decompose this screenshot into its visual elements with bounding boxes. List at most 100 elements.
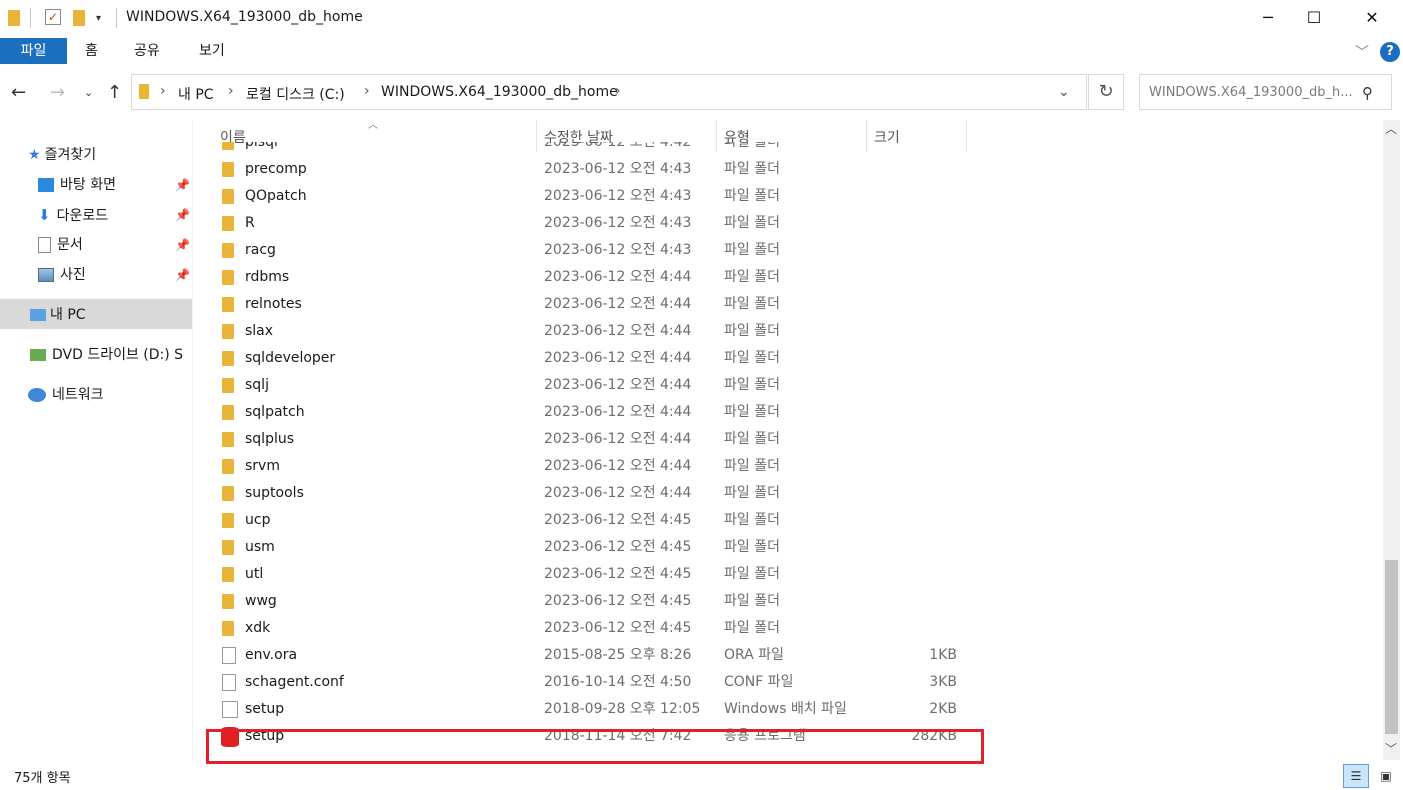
file-row[interactable]: srvm 2023-06-12 오전 4:44 파일 폴더 xyxy=(205,453,1365,480)
pictures-icon xyxy=(38,268,54,282)
file-date: 2023-06-12 오전 4:45 xyxy=(544,512,692,528)
file-name: ucp xyxy=(245,512,271,528)
file-type: 파일 폴더 xyxy=(724,142,780,150)
nav-downloads[interactable]: ⬇ 다운로드 xyxy=(38,202,108,228)
refresh-button[interactable]: ↻ xyxy=(1088,74,1124,110)
details-view-button[interactable]: ☰ xyxy=(1343,764,1369,788)
nav-this-pc[interactable]: 내 PC xyxy=(30,302,86,328)
properties-icon[interactable]: ✓ xyxy=(45,9,61,25)
file-date: 2023-06-12 오전 4:43 xyxy=(544,161,692,177)
folder-icon xyxy=(222,142,234,150)
file-row[interactable]: rdbms 2023-06-12 오전 4:44 파일 폴더 xyxy=(205,264,1365,291)
folder-icon xyxy=(222,324,234,339)
pin-icon[interactable]: 📌 xyxy=(175,268,190,282)
file-row[interactable]: R 2023-06-12 오전 4:43 파일 폴더 xyxy=(205,210,1365,237)
nav-dvd-drive[interactable]: DVD 드라이브 (D:) S xyxy=(30,342,183,368)
file-type: 파일 폴더 xyxy=(724,296,780,312)
nav-pictures[interactable]: 사진 xyxy=(38,262,86,288)
folder-icon xyxy=(222,621,234,636)
file-date: 2023-06-12 오전 4:44 xyxy=(544,404,692,420)
breadcrumb-this-pc[interactable]: 내 PC xyxy=(178,84,214,104)
file-row[interactable]: QOpatch 2023-06-12 오전 4:43 파일 폴더 xyxy=(205,183,1365,210)
file-name: xdk xyxy=(245,620,271,636)
file-type: 파일 폴더 xyxy=(724,161,780,177)
nav-favorites[interactable]: ★ 즐겨찾기 xyxy=(28,142,96,168)
file-type: 파일 폴더 xyxy=(724,404,780,420)
file-row[interactable]: utl 2023-06-12 오전 4:45 파일 폴더 xyxy=(205,561,1365,588)
pane-divider[interactable] xyxy=(192,120,193,760)
nav-desktop[interactable]: 바탕 화면 xyxy=(38,172,116,198)
file-row[interactable]: plsql 2023-06-12 오전 4:42 파일 폴더 xyxy=(205,142,1365,156)
expand-ribbon-icon[interactable]: ﹀ xyxy=(1355,42,1369,62)
large-icons-view-button[interactable]: ▣ xyxy=(1373,764,1399,788)
file-name: utl xyxy=(245,566,264,582)
pin-icon[interactable]: 📌 xyxy=(175,238,190,252)
folder-icon xyxy=(222,216,234,231)
file-row[interactable]: suptools 2023-06-12 오전 4:44 파일 폴더 xyxy=(205,480,1365,507)
file-row[interactable]: xdk 2023-06-12 오전 4:45 파일 폴더 xyxy=(205,615,1365,642)
network-icon xyxy=(28,388,46,402)
nav-downloads-label: 다운로드 xyxy=(56,208,109,224)
breadcrumb-local-disk[interactable]: 로컬 디스크 (C:) xyxy=(246,84,345,104)
file-row[interactable]: sqlpatch 2023-06-12 오전 4:44 파일 폴더 xyxy=(205,399,1365,426)
file-name: R xyxy=(245,215,255,231)
file-row[interactable]: sqlplus 2023-06-12 오전 4:44 파일 폴더 xyxy=(205,426,1365,453)
pin-icon[interactable]: 📌 xyxy=(175,178,190,192)
recent-locations-icon[interactable]: ⌄ xyxy=(84,86,93,99)
chevron-down-icon[interactable]: ⌄ xyxy=(1058,84,1070,100)
new-folder-icon[interactable] xyxy=(73,10,85,26)
file-row[interactable]: precomp 2023-06-12 오전 4:43 파일 폴더 xyxy=(205,156,1365,183)
scroll-up-icon[interactable]: ︿ xyxy=(1385,120,1397,137)
folder-icon xyxy=(222,351,234,366)
file-row[interactable]: wwg 2023-06-12 오전 4:45 파일 폴더 xyxy=(205,588,1365,615)
dvd-drive-icon xyxy=(30,349,46,361)
scrollbar-thumb[interactable] xyxy=(1385,560,1398,734)
computer-icon xyxy=(30,309,46,321)
up-button[interactable]: ↑ xyxy=(107,82,122,103)
folder-icon xyxy=(222,513,234,528)
tab-file[interactable]: 파일 xyxy=(0,38,67,64)
chevron-right-icon[interactable]: › xyxy=(228,83,234,99)
window-title: WINDOWS.X64_193000_db_home xyxy=(126,9,363,25)
file-row[interactable]: racg 2023-06-12 오전 4:43 파일 폴더 xyxy=(205,237,1365,264)
file-type: ORA 파일 xyxy=(724,647,784,663)
file-row[interactable]: relnotes 2023-06-12 오전 4:44 파일 폴더 xyxy=(205,291,1365,318)
chevron-right-icon[interactable]: › xyxy=(160,83,166,99)
file-size: 2KB xyxy=(929,701,957,717)
chevron-right-icon[interactable]: › xyxy=(615,83,621,99)
nav-network[interactable]: 네트워크 xyxy=(28,382,104,408)
folder-icon xyxy=(222,459,234,474)
file-row[interactable]: env.ora 2015-08-25 오후 8:26 ORA 파일 1KB xyxy=(205,642,1365,669)
tab-view[interactable]: 보기 xyxy=(199,38,225,64)
search-icon[interactable]: ⚲ xyxy=(1362,84,1373,102)
file-row[interactable]: setup 2018-09-28 오후 12:05 Windows 배치 파일 2KB xyxy=(205,696,1365,723)
forward-button[interactable]: → xyxy=(50,82,65,103)
file-row[interactable]: sqldeveloper 2023-06-12 오전 4:44 파일 폴더 xyxy=(205,345,1365,372)
file-row[interactable]: sqlj 2023-06-12 오전 4:44 파일 폴더 xyxy=(205,372,1365,399)
close-button[interactable]: ✕ xyxy=(1349,0,1395,36)
customize-quick-access-icon[interactable]: ▾ xyxy=(96,13,101,24)
file-name: setup xyxy=(245,701,285,717)
sort-ascending-icon: ︿ xyxy=(368,120,378,131)
tab-share[interactable]: 공유 xyxy=(134,38,160,64)
file-name: usm xyxy=(245,539,275,555)
file-icon xyxy=(222,674,236,691)
file-row[interactable]: schagent.conf 2016-10-14 오전 4:50 CONF 파일 3K… xyxy=(205,669,1365,696)
minimize-button[interactable]: ─ xyxy=(1245,0,1291,36)
chevron-right-icon[interactable]: › xyxy=(364,83,370,99)
nav-documents[interactable]: 문서 xyxy=(38,232,83,258)
star-icon: ★ xyxy=(28,147,41,163)
file-size: 1KB xyxy=(929,647,957,663)
help-button[interactable]: ? xyxy=(1380,42,1400,62)
back-button[interactable]: ← xyxy=(11,82,26,103)
file-type: 파일 폴더 xyxy=(724,350,780,366)
breadcrumb-current-folder[interactable]: WINDOWS.X64_193000_db_home xyxy=(381,84,618,100)
tab-home[interactable]: 홈 xyxy=(85,38,98,64)
pin-icon[interactable]: 📌 xyxy=(175,208,190,222)
file-row[interactable]: slax 2023-06-12 오전 4:44 파일 폴더 xyxy=(205,318,1365,345)
scroll-down-icon[interactable]: ﹀ xyxy=(1385,740,1397,757)
file-type: 파일 폴더 xyxy=(724,188,780,204)
file-row[interactable]: ucp 2023-06-12 오전 4:45 파일 폴더 xyxy=(205,507,1365,534)
file-row[interactable]: usm 2023-06-12 오전 4:45 파일 폴더 xyxy=(205,534,1365,561)
maximize-button[interactable]: ☐ xyxy=(1291,0,1337,36)
